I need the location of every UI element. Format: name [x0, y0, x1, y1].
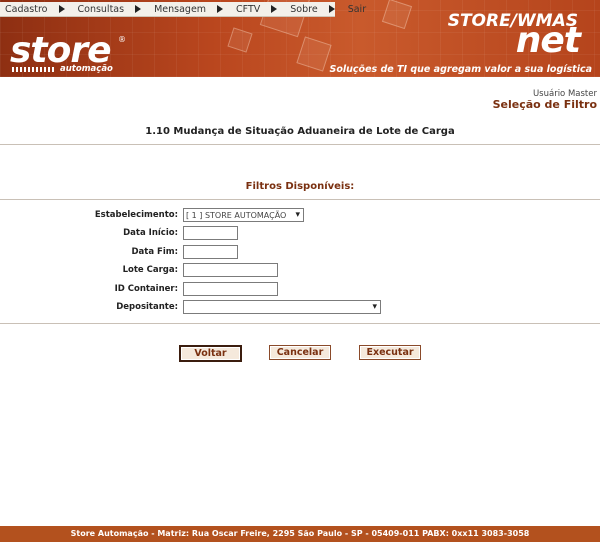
menu-item-cadastro[interactable]: Cadastro: [0, 4, 73, 15]
decorative-cube: [296, 36, 332, 72]
divider: [0, 323, 600, 324]
footer-bar: Store Automação - Matriz: Rua Oscar Frei…: [0, 526, 600, 542]
estabelecimento-select[interactable]: [ 1 ] STORE AUTOMAÇÃO ▾: [183, 208, 304, 222]
menu-item-consultas[interactable]: Consultas: [73, 4, 150, 15]
estabelecimento-value: [ 1 ] STORE AUTOMAÇÃO: [186, 210, 287, 220]
executar-button[interactable]: Executar: [359, 345, 421, 360]
arrow-right-icon: [58, 5, 65, 13]
menu-item-label: CFTV: [236, 3, 261, 15]
form-row-data-fim: Data Fim:: [0, 244, 600, 262]
product-net: net: [515, 20, 581, 61]
divider: [0, 144, 600, 145]
id-container-label: ID Container:: [114, 284, 178, 294]
menu-item-sobre[interactable]: Sobre: [285, 4, 342, 15]
lote-carga-input[interactable]: [183, 263, 278, 277]
menu-item-label: Mensagem: [154, 3, 207, 15]
arrow-right-icon: [271, 5, 278, 13]
menu-item-cftv[interactable]: CFTV: [231, 4, 285, 15]
brand-tagline: Soluções de TI que agregam valor a sua l…: [329, 64, 592, 75]
registered-icon: ®: [118, 35, 126, 44]
estabelecimento-label: Estabelecimento:: [94, 210, 178, 220]
id-container-input[interactable]: [183, 282, 278, 296]
form-row-depositante: Depositante: ▾: [0, 299, 600, 317]
menu-item-sair[interactable]: Sair: [343, 4, 371, 15]
form-row-id-container: ID Container:: [0, 281, 600, 299]
lote-carga-label: Lote Carga:: [122, 265, 178, 275]
data-fim-input[interactable]: [183, 245, 238, 259]
arrow-right-icon: [328, 5, 335, 13]
data-inicio-input[interactable]: [183, 226, 238, 240]
menu-item-mensagem[interactable]: Mensagem: [149, 4, 231, 15]
decorative-cube: [381, 0, 413, 30]
voltar-button[interactable]: Voltar: [179, 345, 242, 362]
depositante-label: Depositante:: [116, 302, 178, 312]
chevron-down-icon: ▾: [372, 302, 377, 312]
arrow-right-icon: [135, 5, 142, 13]
depositante-select[interactable]: ▾: [183, 300, 381, 314]
page-subtitle: Seleção de Filtro: [492, 98, 597, 111]
decorative-cube: [227, 27, 253, 53]
filters-heading: Filtros Disponíveis:: [245, 181, 355, 192]
menu-item-label: Sobre: [290, 3, 318, 15]
data-inicio-label: Data Início:: [123, 228, 178, 238]
menu-item-label: Cadastro: [5, 3, 48, 15]
form-row-lote-carga: Lote Carga:: [0, 262, 600, 280]
header-banner: Cadastro Consultas Mensagem CFTV Sobre S…: [0, 0, 600, 77]
form-row-estabelecimento: Estabelecimento: [ 1 ] STORE AUTOMAÇÃO ▾: [0, 207, 600, 225]
divider: [0, 199, 600, 200]
menu-item-label: Sair: [347, 3, 367, 15]
logo-bars-icon: [12, 67, 56, 72]
logo-subtitle: automação: [60, 64, 113, 74]
chevron-down-icon: ▾: [295, 210, 300, 220]
page-title: 1.10 Mudança de Situação Aduaneira de Lo…: [145, 126, 455, 137]
menu-item-label: Consultas: [77, 3, 125, 15]
data-fim-label: Data Fim:: [131, 247, 178, 257]
arrow-right-icon: [217, 5, 224, 13]
form-row-data-inicio: Data Início:: [0, 225, 600, 243]
cancelar-button[interactable]: Cancelar: [269, 345, 331, 360]
top-menu-bar: Cadastro Consultas Mensagem CFTV Sobre S…: [0, 2, 366, 17]
